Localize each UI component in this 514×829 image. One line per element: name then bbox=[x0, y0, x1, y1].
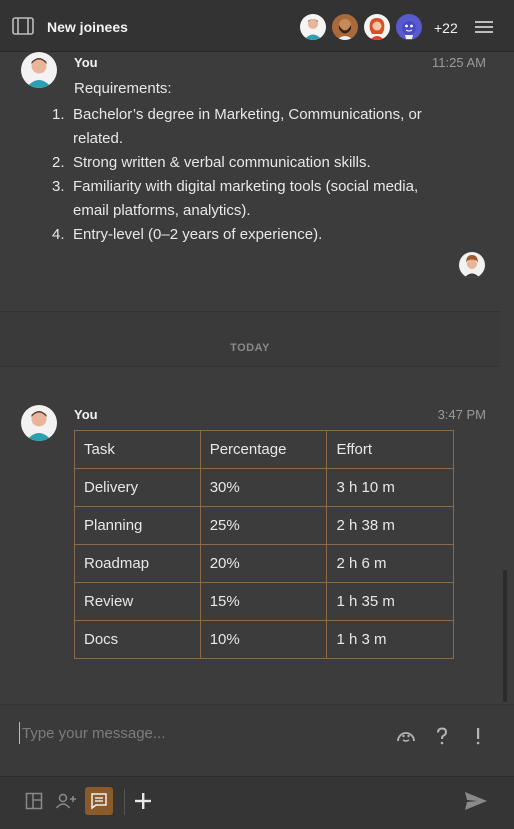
list-item: 2. Strong written & verbal communication … bbox=[52, 154, 371, 171]
table-cell: 20% bbox=[199, 544, 328, 583]
sender-name: You bbox=[74, 55, 98, 70]
more-members-count[interactable]: +22 bbox=[434, 20, 458, 36]
table-cell: 2 h 38 m bbox=[326, 506, 454, 545]
table-cell: 25% bbox=[199, 506, 328, 545]
date-divider-label: TODAY bbox=[230, 342, 270, 354]
table-row: Planning 25% 2 h 38 m bbox=[74, 506, 454, 545]
chat-window: New joinees +22 You 11:25 AM Requirement… bbox=[0, 0, 514, 829]
list-item: 3. Familiarity with digital marketing too… bbox=[52, 178, 419, 219]
column-header: Effort bbox=[326, 430, 454, 469]
message-text: Requirements: bbox=[74, 80, 172, 97]
message-time: 3:47 PM bbox=[437, 407, 486, 422]
table-cell: 10% bbox=[199, 620, 328, 659]
sender-avatar[interactable] bbox=[21, 52, 57, 88]
add-icon[interactable] bbox=[129, 787, 157, 815]
panel-toggle-icon[interactable] bbox=[12, 17, 34, 35]
layout-icon[interactable] bbox=[20, 787, 48, 815]
table-cell: Roadmap bbox=[74, 544, 201, 583]
member-avatar[interactable] bbox=[364, 14, 390, 40]
table-cell: 15% bbox=[199, 582, 328, 621]
scrollbar-thumb[interactable] bbox=[503, 570, 507, 702]
table-cell: Review bbox=[74, 582, 201, 621]
table-cell: Docs bbox=[74, 620, 201, 659]
table-row: Delivery 30% 3 h 10 m bbox=[74, 468, 454, 507]
send-icon[interactable] bbox=[460, 787, 492, 815]
task-table: Task Percentage Effort Delivery 30% 3 h … bbox=[74, 430, 454, 659]
message-time: 11:25 AM bbox=[432, 55, 486, 70]
message-composer bbox=[0, 704, 514, 776]
help-icon[interactable] bbox=[431, 725, 453, 747]
list-item: 4. Entry-level (0–2 years of experience). bbox=[52, 226, 323, 243]
chat-header: New joinees +22 bbox=[0, 0, 514, 52]
member-avatar[interactable] bbox=[300, 14, 326, 40]
table-row: Review 15% 1 h 35 m bbox=[74, 582, 454, 621]
toolbar-separator bbox=[124, 789, 125, 815]
sender-avatar[interactable] bbox=[21, 405, 57, 441]
table-cell: 1 h 3 m bbox=[326, 620, 454, 659]
composer-toolbar bbox=[0, 776, 514, 829]
date-divider: TODAY bbox=[0, 311, 500, 367]
sender-name: You bbox=[74, 407, 98, 422]
member-avatars[interactable] bbox=[300, 14, 428, 40]
important-icon[interactable] bbox=[467, 725, 489, 747]
column-header: Task bbox=[74, 430, 201, 469]
table-cell: 3 h 10 m bbox=[326, 468, 454, 507]
table-header-row: Task Percentage Effort bbox=[74, 430, 454, 469]
table-row: Docs 10% 1 h 3 m bbox=[74, 620, 454, 659]
member-avatar[interactable] bbox=[332, 14, 358, 40]
table-cell: Delivery bbox=[74, 468, 201, 507]
add-user-icon[interactable] bbox=[52, 787, 80, 815]
column-header: Percentage bbox=[199, 430, 328, 469]
conversation-title: New joinees bbox=[47, 19, 128, 35]
table-cell: 2 h 6 m bbox=[326, 544, 454, 583]
table-row: Roadmap 20% 2 h 6 m bbox=[74, 544, 454, 583]
chat-mode-icon[interactable] bbox=[85, 787, 113, 815]
message: You 11:25 AM Requirements: 1. Bachelor’s … bbox=[0, 52, 500, 311]
table-cell: Planning bbox=[74, 506, 201, 545]
message-list: You 11:25 AM Requirements: 1. Bachelor’s … bbox=[0, 52, 514, 704]
read-receipt-avatar[interactable] bbox=[459, 252, 485, 278]
hamburger-menu-icon[interactable] bbox=[474, 19, 494, 35]
emoji-icon[interactable] bbox=[395, 725, 417, 747]
requirements-list: 1. Bachelor’s degree in Marketing, Commun… bbox=[52, 103, 452, 247]
member-avatar[interactable] bbox=[396, 14, 422, 40]
list-item: 1. Bachelor’s degree in Marketing, Commun… bbox=[52, 106, 422, 147]
table-cell: 1 h 35 m bbox=[326, 582, 454, 621]
message-input[interactable] bbox=[19, 722, 379, 744]
table-cell: 30% bbox=[199, 468, 328, 507]
